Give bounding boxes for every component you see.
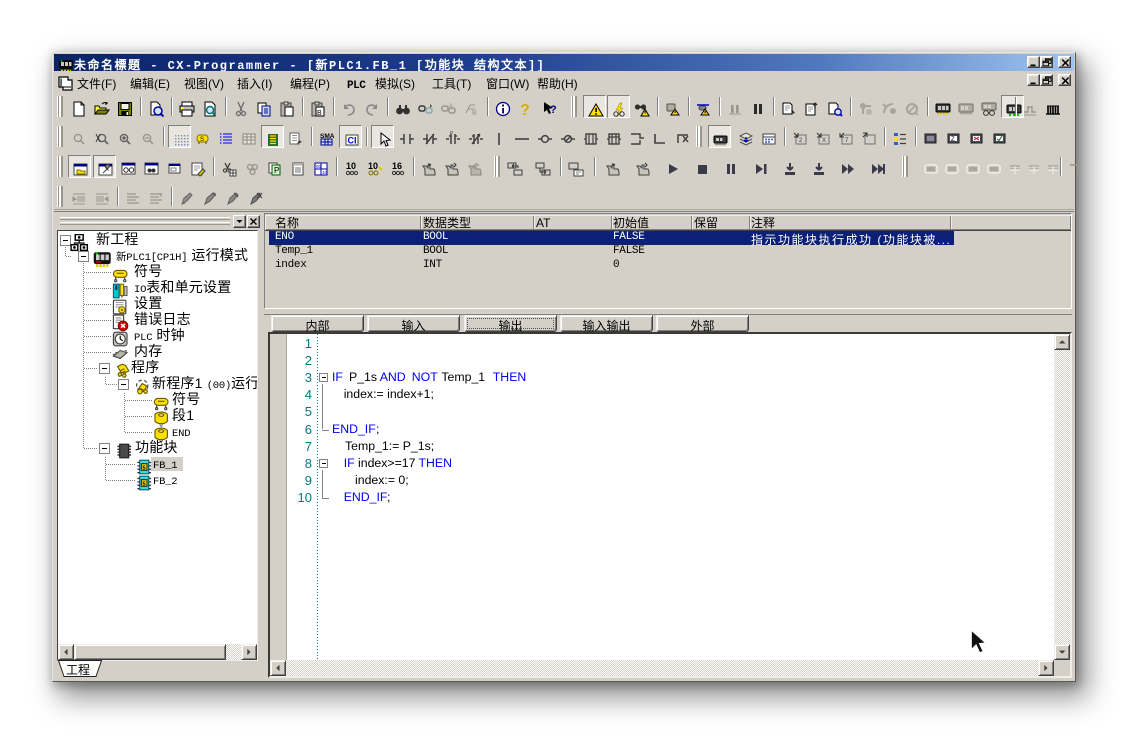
svg-text:00: 00 bbox=[316, 164, 322, 170]
svg-text:CI: CI bbox=[348, 134, 357, 147]
svg-text:S: S bbox=[200, 134, 204, 143]
svg-text:B: B bbox=[472, 108, 477, 117]
svg-text:X: X bbox=[822, 135, 826, 144]
svg-text:P: P bbox=[450, 131, 454, 137]
svg-text:16: 16 bbox=[392, 161, 402, 172]
svg-text:10: 10 bbox=[346, 161, 356, 172]
svg-text:10: 10 bbox=[322, 170, 328, 176]
svg-text:Z: Z bbox=[951, 134, 955, 143]
svg-text:5: 5 bbox=[143, 462, 146, 471]
svg-text:?: ? bbox=[520, 101, 530, 117]
svg-text:?: ? bbox=[550, 101, 557, 117]
svg-text:B: B bbox=[317, 108, 322, 117]
svg-text:5: 5 bbox=[143, 478, 146, 487]
svg-text:P: P bbox=[274, 165, 279, 176]
svg-text:10: 10 bbox=[368, 161, 378, 172]
